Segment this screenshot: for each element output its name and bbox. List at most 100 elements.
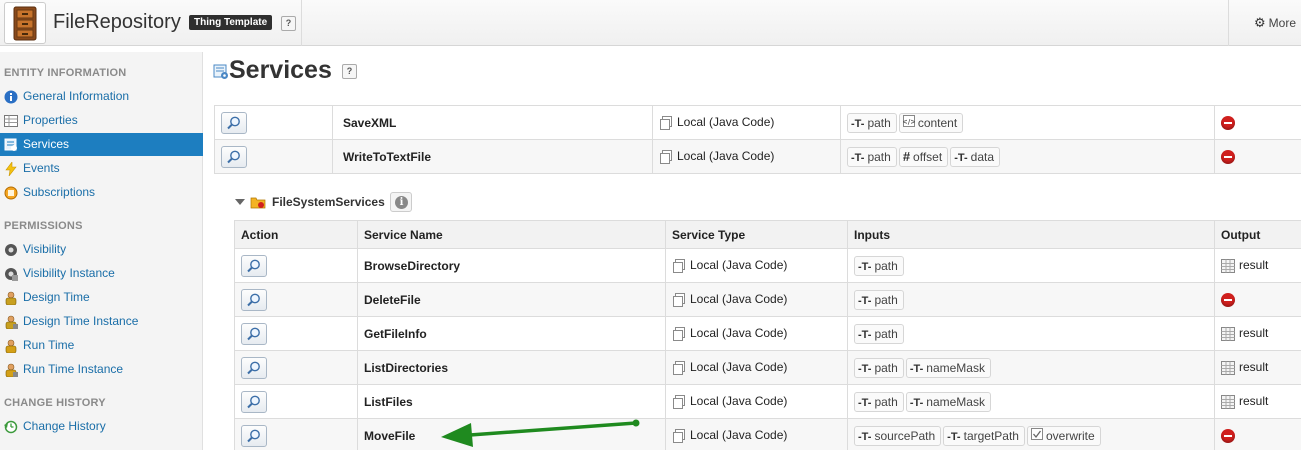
service-name-cell: DeleteFile <box>357 282 666 317</box>
service-name-cell: GetFileInfo <box>357 316 666 351</box>
input-parameter-name: targetPath <box>963 428 1019 443</box>
boolean-type-icon <box>1030 427 1043 446</box>
action-cell <box>234 282 358 317</box>
input-parameter: -T-nameMask <box>905 357 991 378</box>
input-parameter-name: path <box>874 326 898 341</box>
string-type-icon: -T- <box>858 328 872 341</box>
services-title-icon <box>213 64 228 79</box>
input-parameter: -T-path <box>854 323 904 344</box>
sidebar-item-visibility-instance[interactable]: Visibility Instance <box>0 262 203 285</box>
string-type-icon: -T- <box>851 117 865 130</box>
sidebar-item-general-information[interactable]: General Information <box>0 85 203 108</box>
file-repository-logo-icon <box>4 2 46 44</box>
local-code-icon <box>673 326 685 341</box>
service-name: BrowseDirectory <box>364 258 461 273</box>
local-code-icon <box>673 360 685 375</box>
sidebar-item-run-time-instance[interactable]: Run Time Instance <box>0 358 203 381</box>
sidebar-heading-change-history: CHANGE HISTORY <box>4 397 106 409</box>
sidebar-item-label: Properties <box>23 113 78 127</box>
service-type: Local (Java Code) <box>690 360 788 375</box>
output-cell <box>1214 139 1301 174</box>
sidebar-item-design-time[interactable]: Design Time <box>0 286 203 309</box>
remove-icon[interactable] <box>1221 149 1235 164</box>
inherited-services-table: SaveXMLLocal (Java Code)-T-path</>conten… <box>214 105 1301 174</box>
input-parameter: -T-path <box>847 146 897 167</box>
service-name: MoveFile <box>364 428 416 443</box>
input-parameter-name: path <box>874 292 898 307</box>
string-type-icon: -T- <box>858 294 872 307</box>
output-label: result <box>1239 394 1269 409</box>
remove-icon[interactable] <box>1221 115 1235 130</box>
action-cell <box>234 384 358 419</box>
header-help-button[interactable]: ? <box>281 16 296 31</box>
sidebar-item-subscriptions[interactable]: Subscriptions <box>0 181 203 204</box>
service-type: Local (Java Code) <box>677 115 775 130</box>
sidebar-item-run-time[interactable]: Run Time <box>0 334 203 357</box>
lightning-icon <box>5 162 17 176</box>
magnifier-icon <box>247 259 260 272</box>
view-service-button[interactable] <box>221 111 247 134</box>
info-icon: i <box>395 196 408 209</box>
remove-icon[interactable] <box>1221 292 1235 307</box>
view-service-button[interactable] <box>241 254 267 277</box>
sidebar-item-label: Design Time <box>23 290 90 304</box>
view-service-button[interactable] <box>241 424 267 447</box>
infotable-icon <box>1221 394 1235 409</box>
action-cell <box>214 139 333 174</box>
number-type-icon: # <box>902 148 911 164</box>
inputs-cell: -T-path <box>847 248 1215 283</box>
action-cell <box>234 248 358 283</box>
view-service-button[interactable] <box>221 145 247 168</box>
sidebar-item-properties[interactable]: Properties <box>0 109 203 132</box>
sidebar: ENTITY INFORMATION General Information P… <box>0 52 203 450</box>
sidebar-item-visibility[interactable]: Visibility <box>0 238 203 261</box>
string-type-icon: -T- <box>947 430 961 443</box>
sidebar-item-label: Events <box>23 161 60 175</box>
sidebar-item-label: Run Time Instance <box>23 362 124 376</box>
history-icon <box>4 420 18 434</box>
services-help-button[interactable]: ? <box>342 64 357 79</box>
service-type: Local (Java Code) <box>690 292 788 307</box>
sidebar-item-design-time-instance[interactable]: Design Time Instance <box>0 310 203 333</box>
service-name-cell: ListDirectories <box>357 350 666 385</box>
local-code-icon <box>673 258 685 273</box>
table-row: SaveXMLLocal (Java Code)-T-path</>conten… <box>214 105 1301 140</box>
page-title: Services <box>229 56 332 84</box>
table-row: ListFiles Local (Java Code) -T-path -T-name… <box>234 384 1301 419</box>
table-row: MoveFile Local (Java Code) -T-sourcePath -T… <box>234 418 1301 450</box>
group-info-button[interactable]: i <box>390 192 412 212</box>
column-header-action: Action <box>234 220 358 249</box>
string-type-icon: -T- <box>909 396 924 409</box>
local-code-icon <box>660 149 672 164</box>
input-parameter-name: nameMask <box>926 360 985 375</box>
string-type-icon: -T- <box>858 260 872 273</box>
action-cell <box>234 350 358 385</box>
view-service-button[interactable] <box>241 322 267 345</box>
input-parameter: -T-path <box>854 357 904 378</box>
magnifier-icon <box>247 429 260 442</box>
inputs-cell: -T-path -T-nameMask <box>847 384 1215 419</box>
run-time-icon <box>5 339 17 353</box>
service-type-cell: Local (Java Code) <box>665 350 848 385</box>
view-service-button[interactable] <box>241 356 267 379</box>
table-row: ListDirectories Local (Java Code) -T-path -… <box>234 350 1301 385</box>
action-cell <box>234 316 358 351</box>
view-service-button[interactable] <box>241 390 267 413</box>
view-service-button[interactable] <box>241 288 267 311</box>
sidebar-item-label: Subscriptions <box>23 185 96 199</box>
action-cell <box>234 418 358 450</box>
input-parameter: # offset <box>898 146 949 167</box>
input-parameter-name: path <box>867 149 891 164</box>
sidebar-item-services[interactable]: Services <box>0 133 203 156</box>
more-button[interactable]: ⚙ More <box>1254 15 1296 31</box>
column-header-service-type: Service Type <box>665 220 848 249</box>
service-type: Local (Java Code) <box>690 258 788 273</box>
sidebar-item-change-history[interactable]: Change History <box>0 415 203 438</box>
input-parameter: -T-sourcePath <box>854 425 942 446</box>
remove-icon[interactable] <box>1221 428 1235 443</box>
service-type-cell: Local (Java Code) <box>665 282 848 317</box>
sidebar-item-events[interactable]: Events <box>0 157 203 180</box>
service-name-cell: ListFiles <box>357 384 666 419</box>
service-name: SaveXML <box>343 115 397 130</box>
file-system-services-table: Action Service Name Service Type Inputs … <box>234 220 1301 450</box>
